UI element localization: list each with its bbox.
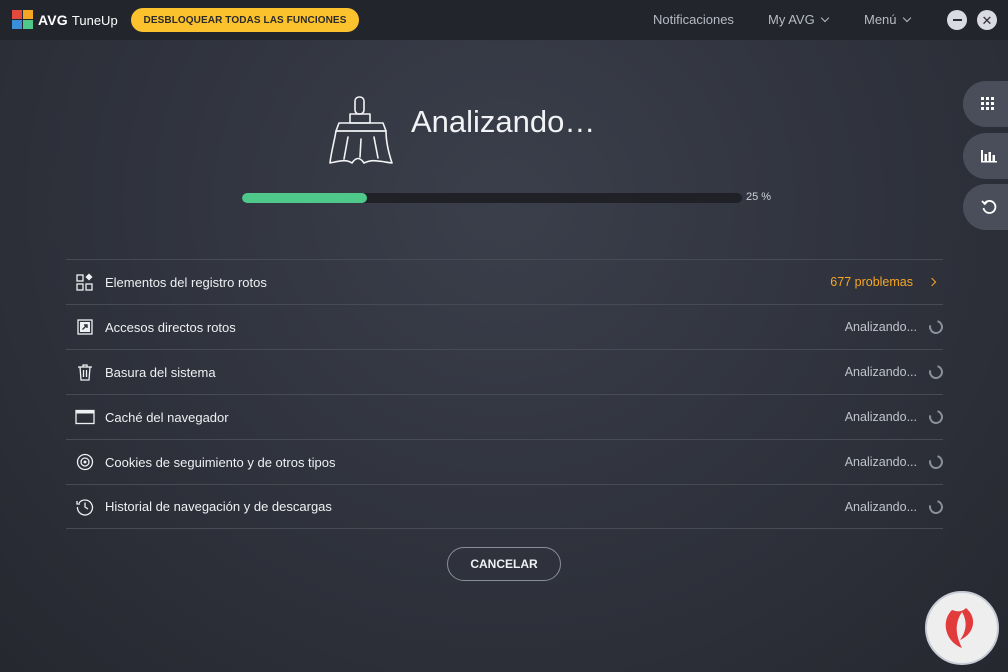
shortcut-icon xyxy=(75,317,95,337)
problems-count-link[interactable]: 677 problemas xyxy=(830,275,913,289)
scan-title: Analizando… xyxy=(411,104,596,139)
loading-spinner-icon xyxy=(926,496,946,517)
list-item-label: Caché del navegador xyxy=(105,409,229,425)
list-item-status: Analizando... xyxy=(844,499,917,514)
list-item-status: Analizando... xyxy=(844,365,917,379)
list-item-label: Elementos del registro rotos xyxy=(105,274,267,290)
list-item-status: Analizando... xyxy=(844,320,917,334)
scan-progress-label: 25 % xyxy=(746,191,772,203)
nav-menu[interactable]: Menú xyxy=(864,12,911,27)
list-item[interactable]: Accesos directos rotos Analizando... xyxy=(66,304,946,349)
unlock-all-features-button[interactable]: DESBLOQUEAR TODAS LAS FUNCIONES xyxy=(131,8,359,32)
trash-icon xyxy=(75,362,95,382)
watermark-logo-icon xyxy=(925,591,999,665)
brush-icon xyxy=(329,96,393,164)
cancel-button[interactable]: CANCELAR xyxy=(447,547,561,581)
bar-chart-icon xyxy=(981,150,997,163)
list-item-label: Accesos directos rotos xyxy=(105,319,236,335)
nav-menu-label: Menú xyxy=(864,12,897,27)
list-item[interactable]: Basura del sistema Analizando... xyxy=(66,349,946,394)
close-icon: ✕ xyxy=(981,12,993,28)
top-bar: AVG TuneUp DESBLOQUEAR TODAS LAS FUNCION… xyxy=(0,0,1008,40)
product-name: TuneUp xyxy=(71,12,118,28)
list-item-label: Cookies de seguimiento y de otros tipos xyxy=(105,454,336,470)
loading-spinner-icon xyxy=(926,362,946,382)
list-item-label: Basura del sistema xyxy=(105,364,216,380)
scan-progress-fill xyxy=(242,193,367,203)
registry-icon xyxy=(75,272,95,292)
nav-notifications[interactable]: Notificaciones xyxy=(653,12,734,27)
minimize-icon xyxy=(952,19,962,21)
target-icon xyxy=(75,452,95,472)
nav-my-avg[interactable]: My AVG xyxy=(768,12,829,27)
list-item[interactable]: Cookies de seguimiento y de otros tipos … xyxy=(66,439,946,484)
close-button[interactable]: ✕ xyxy=(977,10,997,30)
list-item-status: Analizando... xyxy=(844,455,917,469)
loading-spinner-icon xyxy=(926,407,946,427)
minimize-button[interactable] xyxy=(947,10,967,30)
list-item[interactable]: Caché del navegador Analizando... xyxy=(66,394,946,439)
rescue-center-button[interactable] xyxy=(963,184,1008,230)
chevron-right-icon xyxy=(927,277,937,287)
apps-grid-button[interactable] xyxy=(963,81,1008,127)
loading-spinner-icon xyxy=(926,317,946,337)
loading-spinner-icon xyxy=(926,452,946,472)
chevron-down-icon xyxy=(820,13,829,22)
avg-logo-icon xyxy=(12,10,33,29)
list-item[interactable]: Historial de navegación y de descargas A… xyxy=(66,484,946,529)
nav-notifications-label: Notificaciones xyxy=(653,12,734,27)
browser-window-icon xyxy=(75,407,95,427)
brand-name: AVG xyxy=(38,12,68,28)
nav-my-avg-label: My AVG xyxy=(768,12,815,27)
list-item[interactable]: Elementos del registro rotos 677 problem… xyxy=(66,259,943,304)
list-item-status: Analizando... xyxy=(844,410,917,424)
performance-stats-button[interactable] xyxy=(963,133,1008,179)
scan-items-list: Elementos del registro rotos 677 problem… xyxy=(66,259,946,529)
history-clock-icon xyxy=(75,497,95,517)
chevron-down-icon xyxy=(902,13,911,22)
scan-progress-bar xyxy=(242,193,742,203)
undo-icon xyxy=(981,200,997,214)
app-logo: AVG TuneUp xyxy=(12,10,118,30)
grid-icon xyxy=(981,97,994,110)
list-item-label: Historial de navegación y de descargas xyxy=(105,499,332,514)
